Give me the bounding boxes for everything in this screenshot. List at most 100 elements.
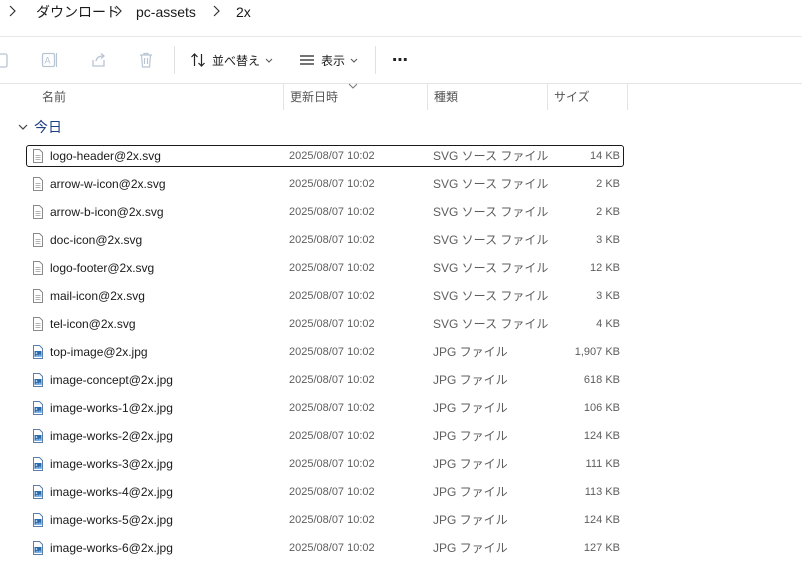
file-size: 4 KB — [596, 318, 620, 330]
file-type: SVG ソース ファイル — [433, 317, 549, 331]
file-date: 2025/08/07 10:02 — [289, 346, 375, 358]
column-divider[interactable] — [627, 84, 628, 110]
file-name: logo-footer@2x.svg — [50, 261, 155, 275]
view-button[interactable]: 表示 — [299, 48, 358, 72]
chevron-right-icon[interactable] — [110, 3, 126, 19]
column-header-type[interactable]: 種類 — [428, 84, 458, 110]
command-bar: A 並べ替え 表示 ⋯ — [0, 37, 802, 84]
file-row[interactable]: arrow-b-icon@2x.svg 2025/08/07 10:02 SVG ソ… — [26, 201, 624, 223]
file-date: 2025/08/07 10:02 — [289, 318, 375, 330]
file-size: 2 KB — [596, 206, 620, 218]
group-label: 今日 — [34, 119, 62, 135]
file-row[interactable]: doc-icon@2x.svg 2025/08/07 10:02 SVG ソース フ… — [26, 229, 624, 251]
file-row[interactable]: top-image@2x.jpg 2025/08/07 10:02 JPG ファイル… — [26, 341, 624, 363]
jpg-file-icon — [33, 373, 43, 387]
chevron-right-icon[interactable] — [208, 3, 224, 19]
file-name: tel-icon@2x.svg — [50, 317, 136, 331]
file-type: SVG ソース ファイル — [433, 261, 549, 275]
chevron-down-icon — [18, 124, 28, 130]
breadcrumb-item-pc-assets[interactable]: pc-assets — [136, 0, 196, 24]
share-icon — [92, 53, 106, 67]
file-size: 111 KB — [585, 458, 620, 470]
jpg-file-icon — [33, 345, 43, 359]
share-button[interactable] — [90, 48, 108, 72]
file-row[interactable]: image-concept@2x.jpg 2025/08/07 10:02 JPG … — [26, 369, 624, 391]
toolbar-separator — [375, 46, 376, 74]
breadcrumb-item-2x[interactable]: 2x — [236, 0, 251, 24]
view-button-label: 表示 — [321, 53, 346, 68]
file-row[interactable]: image-works-2@2x.jpg 2025/08/07 10:02 JPG … — [26, 425, 624, 447]
file-type: JPG ファイル — [433, 485, 508, 499]
svg-file-icon — [33, 261, 43, 275]
file-date: 2025/08/07 10:02 — [289, 486, 375, 498]
file-type: JPG ファイル — [433, 373, 508, 387]
jpg-file-icon — [33, 513, 43, 527]
file-row[interactable]: logo-footer@2x.svg 2025/08/07 10:02 SVG ソー… — [26, 257, 624, 279]
group-header-today[interactable]: 今日 — [18, 118, 62, 136]
column-header-date[interactable]: 更新日時 — [284, 84, 338, 110]
column-header: 名前 更新日時 種類 サイズ — [0, 84, 802, 110]
file-name: image-works-4@2x.jpg — [50, 485, 173, 499]
file-name: image-works-1@2x.jpg — [50, 401, 173, 415]
svg-file-icon — [33, 317, 43, 331]
file-row[interactable]: tel-icon@2x.svg 2025/08/07 10:02 SVG ソース フ… — [26, 313, 624, 335]
file-type: JPG ファイル — [433, 541, 508, 555]
file-name: top-image@2x.jpg — [50, 345, 148, 359]
breadcrumb-item-downloads[interactable]: ダウンロード — [36, 0, 120, 24]
file-type: JPG ファイル — [433, 345, 508, 359]
file-row[interactable]: image-works-4@2x.jpg 2025/08/07 10:02 JPG … — [26, 481, 624, 503]
file-size: 12 KB — [590, 262, 620, 274]
file-name: doc-icon@2x.svg — [50, 233, 143, 247]
file-row[interactable]: logo-header@2x.svg 2025/08/07 10:02 SVG ソー… — [26, 145, 624, 167]
file-type: SVG ソース ファイル — [433, 233, 549, 247]
column-header-name[interactable]: 名前 — [36, 84, 66, 110]
file-size: 14 KB — [590, 150, 620, 162]
rename-button[interactable]: A — [41, 48, 59, 72]
file-row[interactable]: image-works-5@2x.jpg 2025/08/07 10:02 JPG … — [26, 509, 624, 531]
file-size: 1,907 KB — [574, 346, 620, 358]
sort-button[interactable]: 並べ替え — [190, 48, 273, 72]
chevron-right-icon[interactable] — [4, 3, 20, 19]
file-row[interactable]: image-works-1@2x.jpg 2025/08/07 10:02 JPG … — [26, 397, 624, 419]
file-type: SVG ソース ファイル — [433, 205, 549, 219]
file-type: JPG ファイル — [433, 401, 508, 415]
file-row[interactable]: arrow-w-icon@2x.svg 2025/08/07 10:02 SVG ソ… — [26, 173, 624, 195]
file-date: 2025/08/07 10:02 — [289, 206, 375, 218]
delete-button[interactable] — [138, 48, 154, 72]
list-view-icon — [300, 55, 314, 65]
file-type: SVG ソース ファイル — [433, 177, 549, 191]
file-size: 618 KB — [583, 374, 620, 386]
file-date: 2025/08/07 10:02 — [289, 458, 375, 470]
column-header-size[interactable]: サイズ — [548, 84, 590, 110]
file-type: JPG ファイル — [433, 513, 508, 527]
paste-button[interactable] — [0, 48, 10, 72]
sort-indicator-icon — [348, 83, 358, 89]
toolbar-separator — [174, 46, 175, 74]
file-size: 124 KB — [583, 514, 620, 526]
file-size: 2 KB — [596, 178, 620, 190]
file-name: image-works-2@2x.jpg — [50, 429, 173, 443]
more-options-button[interactable]: ⋯ — [392, 48, 408, 72]
file-type: SVG ソース ファイル — [433, 289, 549, 303]
svg-file-icon — [33, 205, 43, 219]
file-name: image-works-5@2x.jpg — [50, 513, 173, 527]
svg-file-icon — [33, 177, 43, 191]
sort-icon — [191, 53, 205, 67]
file-size: 106 KB — [583, 402, 620, 414]
jpg-file-icon — [33, 429, 43, 443]
file-row[interactable]: mail-icon@2x.svg 2025/08/07 10:02 SVG ソース … — [26, 285, 624, 307]
file-date: 2025/08/07 10:02 — [289, 234, 375, 246]
file-date: 2025/08/07 10:02 — [289, 514, 375, 526]
file-name: logo-header@2x.svg — [50, 149, 161, 163]
file-name: image-works-6@2x.jpg — [50, 541, 173, 555]
file-row[interactable]: image-works-3@2x.jpg 2025/08/07 10:02 JPG … — [26, 453, 624, 475]
file-type: JPG ファイル — [433, 457, 508, 471]
jpg-file-icon — [33, 457, 43, 471]
breadcrumb: ダウンロード pc-assets 2x — [0, 0, 802, 37]
svg-file-icon — [33, 233, 43, 247]
file-date: 2025/08/07 10:02 — [289, 178, 375, 190]
file-row[interactable]: image-works-6@2x.jpg 2025/08/07 10:02 JPG … — [26, 537, 624, 559]
file-size: 113 KB — [584, 486, 620, 498]
file-date: 2025/08/07 10:02 — [289, 150, 375, 162]
rename-icon: A — [41, 52, 58, 68]
